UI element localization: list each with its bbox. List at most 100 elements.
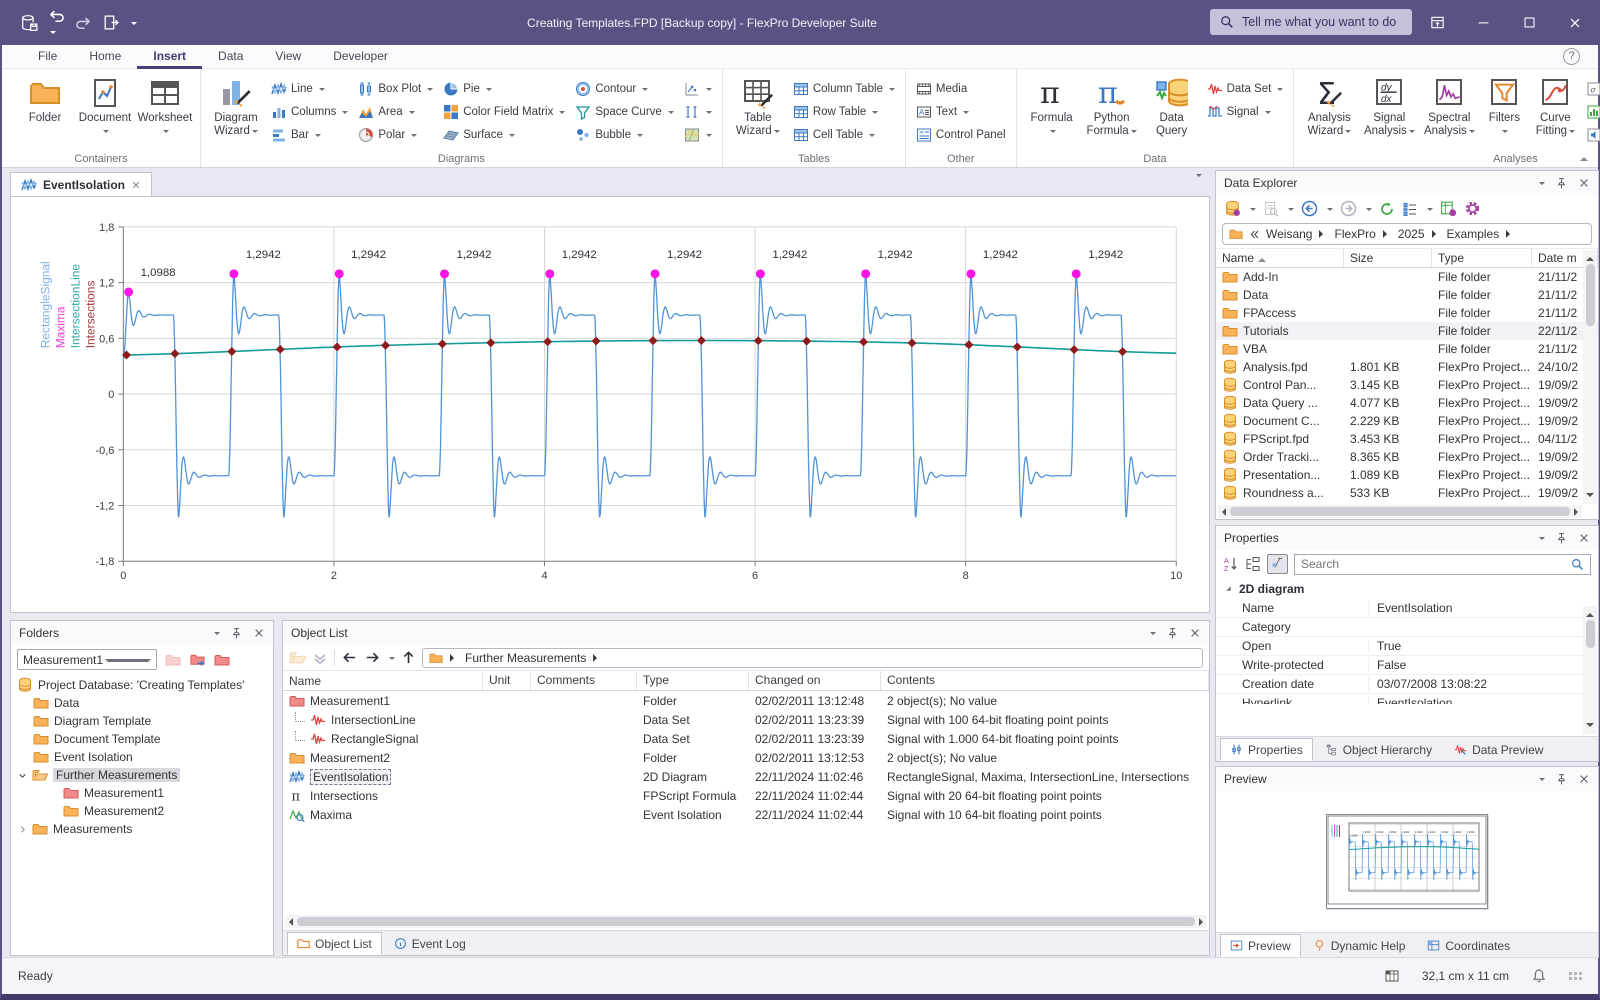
list-item[interactable]: Presentation...1.089 KBFlexPro Project..… xyxy=(1216,466,1598,484)
folder-button[interactable]: Folder xyxy=(16,73,74,151)
resize-grip[interactable] xyxy=(1569,972,1582,980)
analysis-wizard-button[interactable]: Σ AnalysisWizard xyxy=(1300,73,1358,151)
preview-document-icon[interactable] xyxy=(1263,201,1279,217)
list-item[interactable]: TutorialsFile folder22/11/2 xyxy=(1216,322,1598,340)
categorize-icon[interactable] xyxy=(1245,556,1261,572)
back-circle-icon[interactable] xyxy=(1301,200,1318,217)
list-item[interactable]: FPScript.fpd3.453 KBFlexPro Project...04… xyxy=(1216,430,1598,448)
tab-properties[interactable]: Properties xyxy=(1220,738,1313,761)
scrollbar-thumb[interactable] xyxy=(1586,620,1595,648)
scroll-left-icon[interactable] xyxy=(285,918,293,926)
list-item[interactable]: Document C...2.229 KBFlexPro Project...1… xyxy=(1216,412,1598,430)
table-row-selected[interactable]: EventIsolation 2D Diagram22/11/2024 11:0… xyxy=(283,767,1209,786)
diagram-wizard-button[interactable]: DiagramWizard xyxy=(207,73,265,151)
property-row[interactable]: Category xyxy=(1216,618,1598,637)
breadcrumb-flexpro[interactable]: FlexPro xyxy=(1334,227,1375,241)
scroll-down-icon[interactable] xyxy=(1586,723,1594,731)
back-dropdown[interactable] xyxy=(1327,208,1333,214)
surface-diagram-button[interactable]: Surface xyxy=(439,124,569,146)
data-explorer-breadcrumb[interactable]: Weisang FlexPro 2025 Examples xyxy=(1222,223,1592,245)
worksheet-dropdown[interactable] xyxy=(163,130,169,136)
list-item[interactable]: Add-InFile folder21/11/2 xyxy=(1216,268,1598,286)
panel-menu-dropdown[interactable] xyxy=(214,632,220,638)
index-options-icon[interactable] xyxy=(1440,200,1457,217)
list-item[interactable]: FPAccessFile folder21/11/2 xyxy=(1216,304,1598,322)
close-icon[interactable] xyxy=(253,627,265,639)
column-header-type[interactable]: Type xyxy=(1432,249,1532,267)
pie-diagram-button[interactable]: Pie xyxy=(439,78,569,100)
toggle-description-button[interactable] xyxy=(1267,554,1288,574)
database-dropdown[interactable] xyxy=(1250,208,1256,214)
open-object-icon[interactable] xyxy=(289,649,306,666)
tree-item-measurements[interactable]: Measurements xyxy=(11,820,273,838)
scrollbar-thumb[interactable] xyxy=(1230,507,1570,516)
filters-dropdown[interactable] xyxy=(1502,130,1508,136)
worksheet-button[interactable]: Worksheet xyxy=(136,73,194,151)
table-wizard-button[interactable]: TableWizard xyxy=(729,73,787,151)
collapse-triangle-icon[interactable] xyxy=(1224,584,1233,593)
horizontal-scrollbar[interactable] xyxy=(285,915,1207,928)
python-formula-dropdown[interactable] xyxy=(1131,130,1137,136)
media-button[interactable]: Media xyxy=(912,78,1010,100)
column-header-comments[interactable]: Comments xyxy=(531,671,637,690)
table-row[interactable]: IntersectionLine Data Set02/02/2011 13:2… xyxy=(283,710,1209,729)
back-arrow-icon[interactable] xyxy=(341,650,358,665)
gear-icon[interactable] xyxy=(1464,200,1481,217)
up-arrow-icon[interactable] xyxy=(401,650,416,665)
column-header-size[interactable]: Size xyxy=(1344,249,1432,267)
forward-circle-icon[interactable] xyxy=(1340,200,1357,217)
area-diagram-button[interactable]: Area xyxy=(354,101,437,123)
redo-button[interactable] xyxy=(75,14,92,31)
diagram-wizard-dropdown[interactable] xyxy=(252,130,258,136)
color-field-matrix-button[interactable]: Color Field Matrix xyxy=(439,101,569,123)
tree-item-data[interactable]: Data xyxy=(11,694,273,712)
scrollbar-thumb[interactable] xyxy=(1586,264,1595,326)
goto-folder-icon[interactable] xyxy=(189,651,206,668)
scroll-left-icon[interactable] xyxy=(1218,508,1226,516)
curve-fitting-button[interactable]: CurveFitting xyxy=(1530,73,1580,151)
new-folder-icon[interactable] xyxy=(214,652,230,668)
list-item[interactable]: DataFile folder21/11/2 xyxy=(1216,286,1598,304)
tab-insert[interactable]: Insert xyxy=(137,45,202,69)
acoustics-button[interactable]: Acoustics xyxy=(1582,124,1600,146)
pin-icon[interactable] xyxy=(230,627,243,640)
chevron-collapse-icon[interactable] xyxy=(1249,229,1260,240)
properties-search-input[interactable] xyxy=(1301,557,1571,571)
tab-home[interactable]: Home xyxy=(73,45,137,69)
view-mode-icon[interactable] xyxy=(1402,201,1418,217)
maximize-button[interactable] xyxy=(1506,0,1552,45)
export-button[interactable] xyxy=(102,14,119,31)
list-item[interactable]: Order Tracki...8.365 KBFlexPro Project..… xyxy=(1216,448,1598,466)
tab-developer[interactable]: Developer xyxy=(317,45,404,69)
breadcrumb-examples[interactable]: Examples xyxy=(1447,227,1500,241)
column-header-name[interactable]: Name xyxy=(1216,249,1344,267)
table-row[interactable]: Intersections FPScript Formula22/11/2024… xyxy=(283,786,1209,805)
panel-menu-dropdown[interactable] xyxy=(1539,182,1545,188)
list-item[interactable]: Analysis.fpd1.801 KBFlexPro Project...24… xyxy=(1216,358,1598,376)
bell-icon[interactable] xyxy=(1531,968,1547,984)
history-dropdown[interactable] xyxy=(389,657,395,663)
tree-item-event-isolation[interactable]: Event Isolation xyxy=(11,748,273,766)
table-row[interactable]: Measurement1 Folder02/02/2011 13:12:482 … xyxy=(283,691,1209,710)
scroll-right-icon[interactable] xyxy=(1199,918,1207,926)
signal-button[interactable]: Signal xyxy=(1203,101,1288,123)
list-item[interactable]: Roundness a...533 KBFlexPro Project...19… xyxy=(1216,484,1598,502)
list-item[interactable]: Data Query ...4.077 KBFlexPro Project...… xyxy=(1216,394,1598,412)
close-icon[interactable] xyxy=(1578,177,1590,189)
control-panel-button[interactable]: Control Panel xyxy=(912,124,1010,146)
tab-object-hierarchy[interactable]: Object Hierarchy xyxy=(1315,738,1442,761)
column-table-button[interactable]: Column Table xyxy=(789,78,899,100)
data-set-button[interactable]: Data Set xyxy=(1203,78,1288,100)
help-icon[interactable]: ? xyxy=(1563,48,1580,65)
object-list-breadcrumb[interactable]: Further Measurements xyxy=(422,648,1203,668)
table-row[interactable]: Measurement2 Folder02/02/2011 13:12:532 … xyxy=(283,748,1209,767)
forward-dropdown[interactable] xyxy=(1366,208,1372,214)
column-header-type[interactable]: Type xyxy=(637,671,749,690)
tree-item-measurement2[interactable]: Measurement2 xyxy=(11,802,273,820)
bar-diagram-button[interactable]: Bar xyxy=(267,124,352,146)
close-icon[interactable] xyxy=(1189,627,1201,639)
close-icon[interactable] xyxy=(1578,532,1590,544)
parent-folder-icon[interactable] xyxy=(165,652,181,668)
scroll-up-icon[interactable] xyxy=(1586,609,1594,617)
cell-table-button[interactable]: Cell Table xyxy=(789,124,899,146)
